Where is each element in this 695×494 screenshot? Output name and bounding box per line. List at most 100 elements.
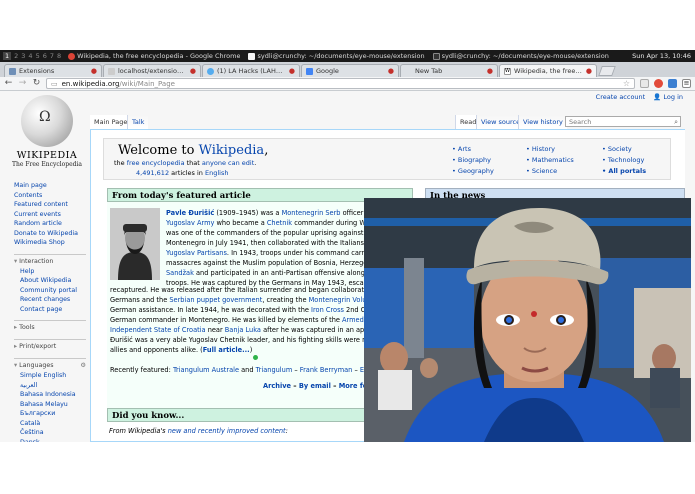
close-icon[interactable]: ● xyxy=(190,67,196,75)
full-article-link[interactable]: Full article... xyxy=(203,346,250,354)
close-icon[interactable]: ● xyxy=(91,67,97,75)
sidebar-language-item[interactable]: Bahasa Melayu xyxy=(20,400,86,410)
os-window-terminal-1[interactable]: sydli@crunchy: ~/documents/eye-mouse/ext… xyxy=(244,52,428,60)
anyone-can-edit-link[interactable]: anyone can edit xyxy=(202,159,254,167)
recent-article-link[interactable]: Triangulum Australe xyxy=(173,366,239,374)
portal-link[interactable]: Technology xyxy=(602,155,646,166)
close-icon[interactable]: ● xyxy=(289,67,295,75)
article-link[interactable]: Sandžak xyxy=(166,269,194,277)
article-link[interactable]: Independent State of Croatia xyxy=(110,326,206,334)
adblock-icon[interactable] xyxy=(654,79,663,88)
sidebar-language-item[interactable]: Català xyxy=(20,419,86,429)
portal-link[interactable]: Arts xyxy=(452,144,494,155)
tab-google[interactable]: Google ● xyxy=(301,64,399,77)
free-encyclopedia-link[interactable]: free encyclopedia xyxy=(127,159,185,167)
tab-wikipedia[interactable]: W Wikipedia, the free enc ● xyxy=(499,64,597,77)
archive-link[interactable]: Archive xyxy=(263,382,291,390)
sidebar-language-item[interactable]: Bahasa Indonesia xyxy=(20,390,86,400)
close-icon[interactable]: ● xyxy=(388,67,394,75)
portal-link[interactable]: Geography xyxy=(452,166,494,177)
new-content-link[interactable]: new and recently improved content xyxy=(168,427,286,435)
tab-extensions[interactable]: Extensions ● xyxy=(4,64,102,77)
tab-main-page[interactable]: Main Page xyxy=(90,115,132,129)
portal-link[interactable]: Science xyxy=(526,166,574,177)
article-link[interactable]: Banja Luka xyxy=(225,326,261,334)
article-link[interactable]: Iron Cross xyxy=(311,306,344,314)
sidebar-nav-item[interactable]: Wikimedia Shop xyxy=(14,238,86,248)
article-link[interactable]: Chetnik xyxy=(267,219,292,227)
article-link[interactable]: Yugoslav Army xyxy=(166,219,214,227)
sidebar-interaction-item[interactable]: About Wikipedia xyxy=(20,276,86,286)
workspace-2[interactable]: 2 xyxy=(14,52,18,60)
english-link[interactable]: English xyxy=(205,169,228,177)
wikipedia-logo[interactable]: Ω WIKIPEDIA The Free Encyclopedia xyxy=(10,95,84,168)
search-icon[interactable]: ⌕ xyxy=(674,118,678,127)
menu-icon[interactable]: ≡ xyxy=(682,79,691,88)
sidebar-nav-item[interactable]: Featured content xyxy=(14,200,86,210)
portal-link[interactable]: All portals xyxy=(602,166,646,177)
create-account-link[interactable]: Create account xyxy=(596,93,646,101)
tab-talk[interactable]: Talk xyxy=(127,115,149,129)
os-window-terminal-2[interactable]: sydli@crunchy: ~/documents/eye-mouse/ext… xyxy=(429,52,613,60)
print-heading[interactable]: ▸ Print/export xyxy=(14,339,86,352)
sidebar-interaction-item[interactable]: Contact page xyxy=(20,305,86,315)
cast-icon[interactable] xyxy=(640,79,649,88)
sidebar-interaction-item[interactable]: Help xyxy=(20,267,86,277)
sidebar-language-item[interactable]: العربية xyxy=(20,381,86,391)
subject-link[interactable]: Pavle Đurišić xyxy=(166,209,214,217)
address-bar[interactable]: ▭ en.wikipedia.org/wiki/Main_Page ☆ xyxy=(46,78,635,89)
new-tab-button[interactable] xyxy=(598,66,616,76)
forward-icon[interactable]: → xyxy=(18,79,27,88)
article-link[interactable]: Yugoslav Partisans xyxy=(166,249,227,257)
close-icon[interactable]: ● xyxy=(487,67,493,75)
sidebar-nav-item[interactable]: Donate to Wikipedia xyxy=(14,229,86,239)
sidebar-nav-item[interactable]: Main page xyxy=(14,181,86,191)
recent-article-link[interactable]: Frank Berryman xyxy=(300,366,353,374)
tab-view-source[interactable]: View source xyxy=(476,115,525,129)
os-window-chrome[interactable]: Wikipedia, the free encyclopedia - Googl… xyxy=(64,52,244,60)
workspace-8[interactable]: 8 xyxy=(57,52,61,60)
sidebar-language-item[interactable]: Čeština xyxy=(20,428,86,438)
portal-link[interactable]: History xyxy=(526,144,574,155)
sidebar-interaction-item[interactable]: Recent changes xyxy=(20,295,86,305)
sidebar-interaction-item[interactable]: Community portal xyxy=(20,286,86,296)
workspace-3[interactable]: 3 xyxy=(21,52,25,60)
tab-twitter[interactable]: (1) LA Hacks (LAHacks) o ● xyxy=(202,64,300,77)
recent-article-link[interactable]: Triangulum xyxy=(256,366,293,374)
sidebar-nav-item[interactable]: Current events xyxy=(14,210,86,220)
workspace-1[interactable]: 1 xyxy=(3,52,12,60)
article-link[interactable]: Serbian puppet government xyxy=(169,296,262,304)
article-link[interactable]: Montenegrin Serb xyxy=(282,209,341,217)
workspace-4[interactable]: 4 xyxy=(28,52,32,60)
workspace-7[interactable]: 7 xyxy=(50,52,54,60)
tools-heading[interactable]: ▸ Tools xyxy=(14,320,86,333)
sidebar-nav-item[interactable]: Random article xyxy=(14,219,86,229)
featured-article-photo[interactable] xyxy=(110,208,160,280)
by-email-link[interactable]: By email xyxy=(299,382,331,390)
star-icon[interactable]: ☆ xyxy=(623,79,630,88)
workspace-6[interactable]: 6 xyxy=(43,52,47,60)
page-info-icon[interactable]: ▭ xyxy=(51,80,58,88)
wikipedia-link[interactable]: Wikipedia xyxy=(199,143,265,158)
close-icon[interactable]: ● xyxy=(586,67,592,75)
search-input[interactable]: Search ⌕ xyxy=(565,116,681,127)
tab-localhost[interactable]: localhost/extension/pi ● xyxy=(103,64,201,77)
extension-icon[interactable] xyxy=(668,79,677,88)
portal-link[interactable]: Society xyxy=(602,144,646,155)
sidebar-language-item[interactable]: Български xyxy=(20,409,86,419)
article-count-link[interactable]: 4,491,612 xyxy=(136,169,169,177)
reload-icon[interactable]: ↻ xyxy=(32,79,41,88)
languages-heading[interactable]: ▾ Languages ⚙ xyxy=(14,358,86,371)
tab-view-history[interactable]: View history xyxy=(518,115,567,129)
tab-new-tab[interactable]: New Tab ● xyxy=(400,64,498,77)
workspace-switcher[interactable]: 12345678 xyxy=(0,52,64,60)
gear-icon[interactable]: ⚙ xyxy=(80,361,86,371)
portal-link[interactable]: Biography xyxy=(452,155,494,166)
back-icon[interactable]: ← xyxy=(4,79,13,88)
portal-link[interactable]: Mathematics xyxy=(526,155,574,166)
sidebar-nav-item[interactable]: Contents xyxy=(14,191,86,201)
sidebar-language-item[interactable]: Simple English xyxy=(20,371,86,381)
workspace-5[interactable]: 5 xyxy=(36,52,40,60)
interaction-heading[interactable]: ▾ Interaction xyxy=(14,253,86,267)
login-link[interactable]: 👤 Log in xyxy=(653,93,683,101)
